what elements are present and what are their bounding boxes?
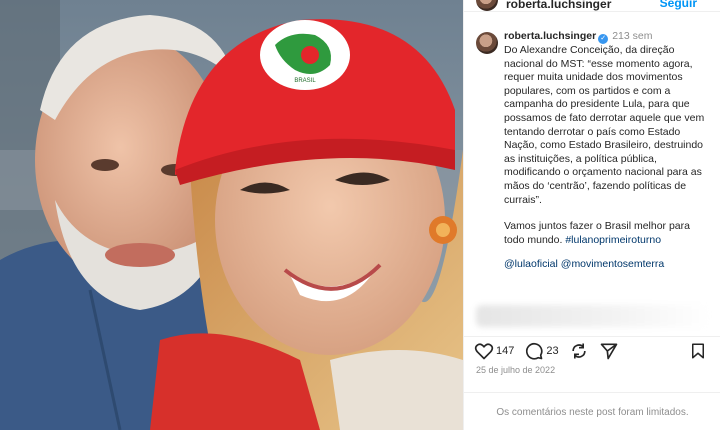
repost-icon[interactable] <box>569 341 589 361</box>
mention-movimentosemterra[interactable]: @movimentosemterra <box>561 258 664 270</box>
post-photo[interactable]: BRASIL <box>0 0 463 430</box>
post-date[interactable]: 25 de julho de 2022 <box>476 365 555 375</box>
caption-paragraph-1: Do Alexandre Conceição, da direção nacio… <box>504 44 705 206</box>
action-bar: 147 23 <box>464 336 720 364</box>
repost-action[interactable] <box>569 341 589 361</box>
hashtag-link[interactable]: #lulanoprimeiroturno <box>565 234 661 246</box>
header-username[interactable]: roberta.luchsinger <box>506 0 611 11</box>
follow-button[interactable]: Seguir <box>660 0 697 10</box>
mention-lulaoficial[interactable]: @lulaoficial <box>504 258 558 270</box>
selfie-image: BRASIL <box>0 0 463 430</box>
caption-username[interactable]: roberta.luchsinger <box>504 30 596 42</box>
caption: roberta.luchsinger ✓ 213 sem Do Alexandre … <box>476 30 711 272</box>
post-header: roberta.luchsinger Seguir <box>464 0 720 12</box>
mentions-line: @lulaoficial @movimentosemterra <box>504 258 711 272</box>
comment-icon[interactable] <box>524 341 544 361</box>
share-icon[interactable] <box>599 341 619 361</box>
like-action[interactable]: 147 <box>474 341 514 361</box>
comments-limited-notice: Os comentários neste post foram limitado… <box>464 392 720 430</box>
blurred-comment <box>476 305 711 327</box>
caption-time[interactable]: 213 sem <box>612 30 652 42</box>
share-action[interactable] <box>599 341 619 361</box>
comments-count[interactable]: 23 <box>546 345 558 357</box>
avatar[interactable] <box>476 0 498 11</box>
cap-badge-text: BRASIL <box>294 78 316 84</box>
verified-icon: ✓ <box>598 34 609 44</box>
bookmark-icon[interactable] <box>689 342 707 360</box>
post-side-panel: roberta.luchsinger Seguir roberta.luchsi… <box>463 0 720 430</box>
heart-icon[interactable] <box>474 341 494 361</box>
caption-avatar[interactable] <box>476 32 498 54</box>
likes-count[interactable]: 147 <box>496 345 514 357</box>
bookmark-button[interactable] <box>689 342 707 365</box>
comment-action[interactable]: 23 <box>524 341 559 361</box>
